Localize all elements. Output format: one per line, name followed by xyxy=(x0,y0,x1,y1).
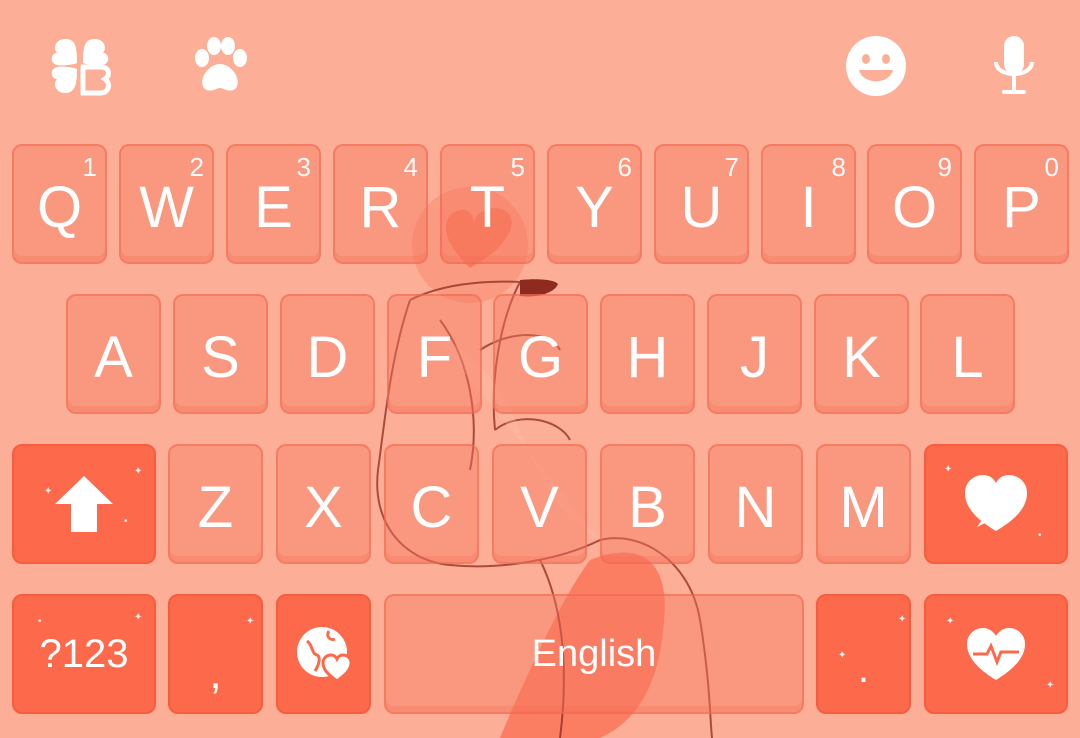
key-g[interactable]: G xyxy=(493,294,588,414)
key-u[interactable]: 7U xyxy=(654,144,749,264)
key-label: T xyxy=(469,175,506,240)
key-label: N xyxy=(734,475,777,540)
key-l[interactable]: L xyxy=(920,294,1015,414)
key-label: B xyxy=(628,475,667,540)
key-j[interactable]: J xyxy=(707,294,802,414)
key-hint: 4 xyxy=(403,152,418,182)
key-y[interactable]: 6Y xyxy=(547,144,642,264)
heart-backspace-icon xyxy=(965,475,1027,531)
key-c[interactable]: C xyxy=(384,444,479,564)
key-k[interactable]: K xyxy=(814,294,909,414)
period-key[interactable]: . ✦ ✦ xyxy=(816,594,911,714)
key-e[interactable]: 3E xyxy=(226,144,321,264)
key-label: Z xyxy=(197,475,234,540)
microphone-icon[interactable] xyxy=(980,32,1048,100)
key-v[interactable]: V xyxy=(492,444,587,564)
key-o[interactable]: 9O xyxy=(867,144,962,264)
period-key-label: . xyxy=(857,646,870,691)
key-label: E xyxy=(254,175,293,240)
enter-key[interactable]: ✦ ✦ xyxy=(924,594,1068,714)
key-b[interactable]: B xyxy=(600,444,695,564)
key-m[interactable]: M xyxy=(816,444,911,564)
key-x[interactable]: X xyxy=(276,444,371,564)
shift-key[interactable]: ✦ ✦ • xyxy=(12,444,156,564)
key-h[interactable]: H xyxy=(600,294,695,414)
clover-theme-icon[interactable] xyxy=(46,32,114,100)
key-label: S xyxy=(201,325,240,390)
key-n[interactable]: N xyxy=(708,444,803,564)
key-label: L xyxy=(951,325,984,390)
key-label: V xyxy=(520,475,559,540)
key-label: G xyxy=(517,325,564,390)
key-a[interactable]: A xyxy=(66,294,161,414)
emoji-smiley-icon[interactable] xyxy=(842,32,910,100)
language-globe-key[interactable] xyxy=(276,594,371,714)
key-z[interactable]: Z xyxy=(168,444,263,564)
space-bar-label: English xyxy=(531,632,657,675)
symbols-key-label: ?123 xyxy=(39,631,129,676)
key-label: O xyxy=(891,175,938,240)
shift-arrow-icon xyxy=(55,476,113,532)
key-label: Q xyxy=(36,175,83,240)
delete-key[interactable]: ✦ • xyxy=(924,444,1068,564)
key-label: C xyxy=(410,475,453,540)
key-d[interactable]: D xyxy=(280,294,375,414)
key-label: X xyxy=(304,475,343,540)
comma-key[interactable]: , ✦ xyxy=(168,594,263,714)
comma-key-label: , xyxy=(209,649,222,698)
key-hint: 9 xyxy=(937,152,952,182)
globe-heart-icon xyxy=(296,627,353,683)
key-label: M xyxy=(839,475,888,540)
key-hint: 7 xyxy=(724,152,739,182)
key-s[interactable]: S xyxy=(173,294,268,414)
key-hint: 0 xyxy=(1044,152,1059,182)
key-hint: 6 xyxy=(617,152,632,182)
key-w[interactable]: 2W xyxy=(119,144,214,264)
key-label: J xyxy=(740,325,769,390)
key-q[interactable]: 1Q xyxy=(12,144,107,264)
heartbeat-heart-icon xyxy=(967,628,1025,680)
key-label: F xyxy=(416,325,453,390)
key-p[interactable]: 0P xyxy=(974,144,1069,264)
paw-sticker-icon[interactable] xyxy=(186,32,254,100)
key-label: I xyxy=(800,175,817,240)
key-label: D xyxy=(306,325,349,390)
key-label: W xyxy=(139,175,194,240)
key-label: R xyxy=(359,175,402,240)
key-hint: 2 xyxy=(189,152,204,182)
key-label: P xyxy=(1002,175,1041,240)
key-label: U xyxy=(680,175,723,240)
key-hint: 3 xyxy=(296,152,311,182)
key-label: Y xyxy=(575,175,614,240)
key-r[interactable]: 4R xyxy=(333,144,428,264)
symbols-key[interactable]: ?123 ✦ • xyxy=(12,594,156,714)
key-hint: 1 xyxy=(82,152,97,182)
key-hint: 5 xyxy=(510,152,525,182)
key-label: A xyxy=(94,325,133,390)
key-hint: 8 xyxy=(831,152,846,182)
space-bar[interactable]: English xyxy=(384,594,804,714)
key-i[interactable]: 8I xyxy=(761,144,856,264)
key-label: K xyxy=(842,325,881,390)
key-label: H xyxy=(626,325,669,390)
key-f[interactable]: F xyxy=(387,294,482,414)
key-t[interactable]: 5T xyxy=(440,144,535,264)
